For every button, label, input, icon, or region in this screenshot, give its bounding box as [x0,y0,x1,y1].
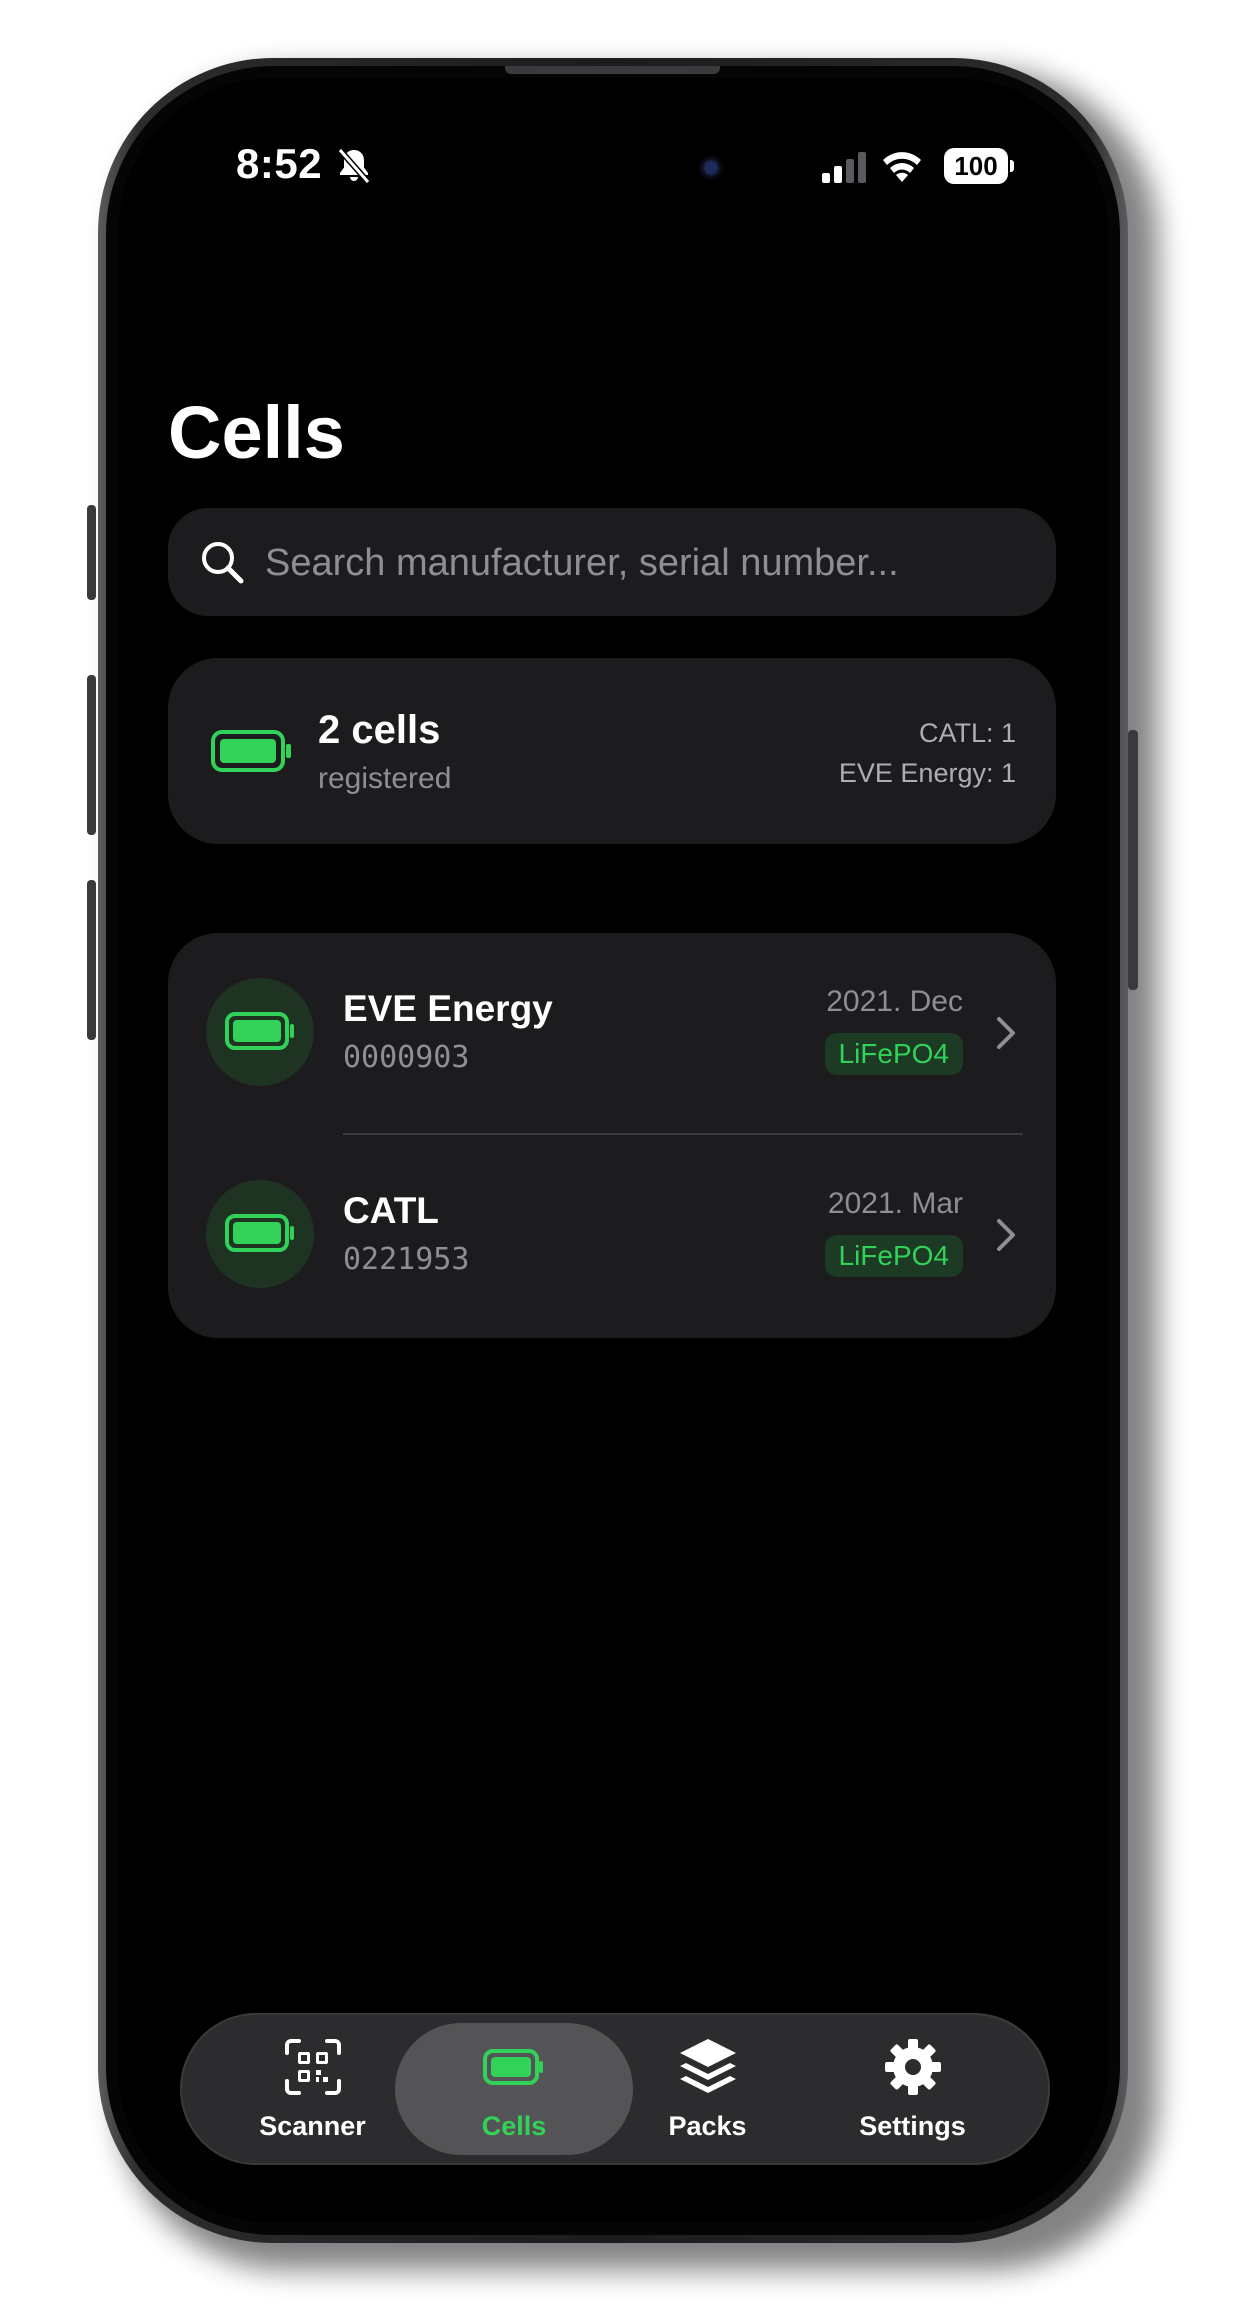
stack-icon [679,2039,736,2093]
battery-icon [483,2049,543,2085]
action-button [87,505,96,600]
chevron-right-icon [997,1219,1015,1251]
battery-full-icon [225,1012,294,1050]
gear-icon [884,2039,941,2095]
search-icon [202,542,244,584]
tab-cells[interactable]: Cells [395,2013,633,2165]
battery-full-icon [225,1214,294,1252]
cell-avatar [206,1180,314,1288]
speaker-grille [505,66,720,74]
bell-slash-icon [337,148,371,184]
cell-count: 2 cells [318,708,441,752]
battery-full-icon [211,730,291,772]
battery-icon: 100 [944,148,1014,184]
search-bar[interactable] [168,508,1056,618]
cell-manufacturer: EVE Energy [343,988,553,1029]
status-time: 8:52 [236,140,323,187]
signal-icon [822,152,866,183]
tab-label: Scanner [259,2111,366,2141]
cell-count-subtitle: registered [318,762,452,795]
chemistry-badge: LiFePO4 [824,1235,963,1277]
cell-serial: 0221953 [343,1242,470,1277]
cell-serial: 0000903 [343,1040,470,1075]
cell-row[interactable]: EVE Energy 0000903 2021. Dec LiFePO4 [168,933,1056,1133]
tab-bar: Scanner Cells Packs Settings [180,2013,1050,2165]
wifi-icon [883,152,921,182]
chemistry-badge: LiFePO4 [824,1033,963,1075]
cell-list: EVE Energy 0000903 2021. Dec LiFePO4 CAT… [168,933,1056,1338]
cell-row[interactable]: CATL 0221953 2021. Mar LiFePO4 [168,1135,1056,1335]
app-screen: 8:52 100 Cells 2 cells register [118,78,1108,2223]
cell-manufacturer: CATL [343,1190,439,1231]
volume-up-button [87,675,96,835]
tab-label: Settings [859,2111,966,2141]
cell-date: 2021. Mar [827,1187,963,1220]
tab-packs[interactable]: Packs [600,2013,815,2165]
breakdown-item: CATL: 1 [918,718,1016,748]
manufacturer-breakdown: CATL: 1 EVE Energy: 1 [839,713,1016,793]
cell-date: 2021. Dec [826,985,963,1018]
front-camera [698,156,724,182]
volume-down-button [87,880,96,1040]
tab-scanner[interactable]: Scanner [205,2013,420,2165]
cell-avatar [206,978,314,1086]
page-title: Cells [168,391,345,474]
summary-card: 2 cells registered CATL: 1 EVE Energy: 1 [168,658,1056,844]
breakdown-item: EVE Energy: 1 [838,758,1016,788]
search-input[interactable] [263,508,1037,618]
tab-label: Packs [668,2111,747,2141]
qr-scanner-icon [284,2039,341,2095]
tab-label: Cells [481,2111,547,2141]
tab-settings[interactable]: Settings [805,2013,1020,2165]
power-button [1128,730,1138,990]
chevron-right-icon [997,1017,1015,1049]
